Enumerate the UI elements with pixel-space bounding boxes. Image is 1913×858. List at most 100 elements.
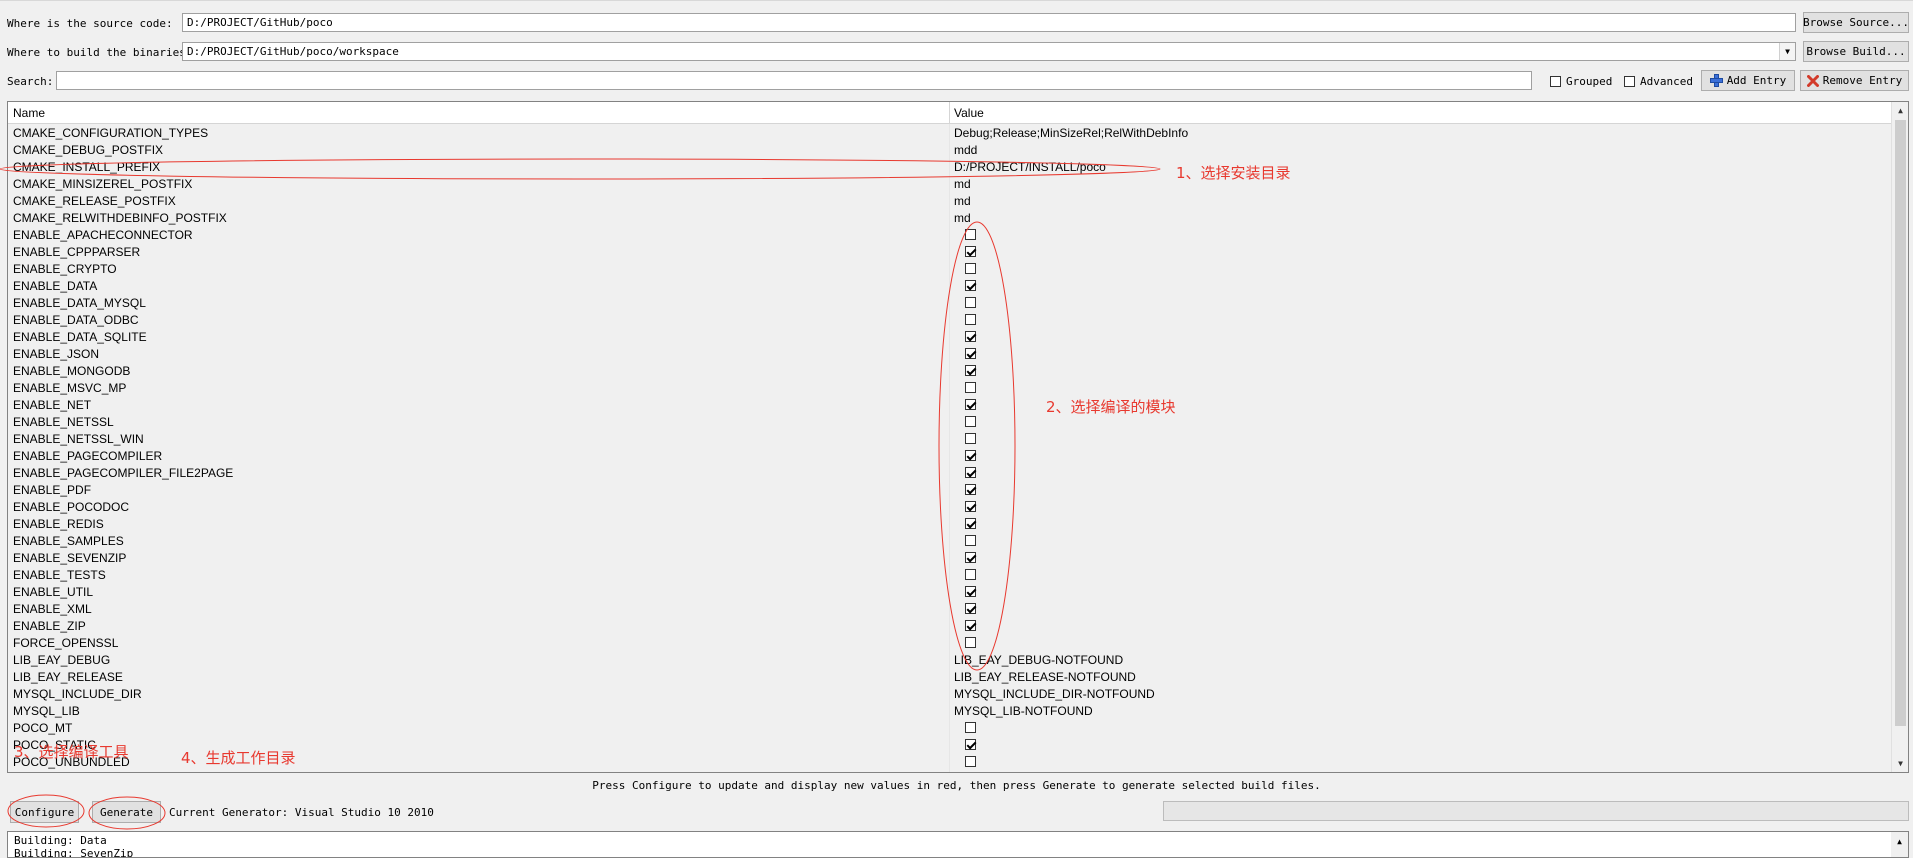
- table-row[interactable]: ENABLE_CRYPTO: [8, 261, 1891, 278]
- entry-value[interactable]: LIB_EAY_RELEASE-NOTFOUND: [954, 670, 1136, 684]
- entry-checkbox[interactable]: [965, 229, 976, 241]
- entry-checkbox[interactable]: [965, 552, 976, 564]
- entry-value[interactable]: md: [954, 194, 971, 208]
- table-row[interactable]: POCO_MT: [8, 720, 1891, 737]
- configure-button[interactable]: Configure: [10, 801, 79, 823]
- entry-checkbox[interactable]: [965, 603, 976, 615]
- browse-build-button[interactable]: Browse Build...: [1803, 41, 1909, 62]
- remove-entry-label: Remove Entry: [1822, 74, 1903, 87]
- table-row[interactable]: ENABLE_DATA_ODBC: [8, 312, 1891, 329]
- table-row[interactable]: ENABLE_PAGECOMPILER: [8, 448, 1891, 465]
- entry-value[interactable]: MYSQL_INCLUDE_DIR-NOTFOUND: [954, 687, 1155, 701]
- entry-checkbox[interactable]: [965, 416, 976, 428]
- browse-source-button[interactable]: Browse Source...: [1803, 12, 1909, 33]
- table-row[interactable]: ENABLE_SEVENZIP: [8, 550, 1891, 567]
- entry-checkbox[interactable]: [965, 263, 976, 275]
- entry-value[interactable]: Debug;Release;MinSizeRel;RelWithDebInfo: [954, 126, 1188, 140]
- advanced-option[interactable]: Advanced: [1624, 75, 1693, 88]
- table-scrollbar[interactable]: ▲ ▼: [1891, 102, 1908, 772]
- grouped-checkbox[interactable]: [1550, 76, 1561, 87]
- entry-checkbox[interactable]: [965, 348, 976, 360]
- entry-value[interactable]: D:/PROJECT/INSTALL/poco: [954, 160, 1106, 174]
- add-entry-button[interactable]: Add Entry: [1701, 70, 1795, 91]
- entry-value[interactable]: mdd: [954, 143, 977, 157]
- table-row[interactable]: FORCE_OPENSSL: [8, 635, 1891, 652]
- table-row[interactable]: ENABLE_XML: [8, 601, 1891, 618]
- table-row[interactable]: ENABLE_NET: [8, 397, 1891, 414]
- table-row[interactable]: ENABLE_UTIL: [8, 584, 1891, 601]
- entry-checkbox[interactable]: [965, 280, 976, 292]
- grouped-option[interactable]: Grouped: [1550, 75, 1612, 88]
- chevron-down-icon[interactable]: ▼: [1779, 43, 1795, 60]
- scroll-down-icon[interactable]: ▼: [1892, 755, 1908, 772]
- table-row[interactable]: ENABLE_POCODOC: [8, 499, 1891, 516]
- entry-value[interactable]: md: [954, 177, 971, 191]
- entry-value[interactable]: MYSQL_LIB-NOTFOUND: [954, 704, 1093, 718]
- table-row[interactable]: MYSQL_INCLUDE_DIR MYSQL_INCLUDE_DIR-NOTFO…: [8, 686, 1891, 703]
- entry-value-cell: [954, 755, 976, 769]
- entry-checkbox[interactable]: [965, 501, 976, 513]
- table-row[interactable]: ENABLE_DATA_MYSQL: [8, 295, 1891, 312]
- table-row[interactable]: ENABLE_PAGECOMPILER_FILE2PAGE: [8, 465, 1891, 482]
- entry-checkbox[interactable]: [965, 331, 976, 343]
- build-path-combobox[interactable]: D:/PROJECT/GitHub/poco/workspace ▼: [182, 42, 1796, 61]
- table-row[interactable]: ENABLE_REDIS: [8, 516, 1891, 533]
- entry-checkbox[interactable]: [965, 637, 976, 649]
- scroll-up-icon[interactable]: ▲: [1892, 102, 1908, 119]
- entry-checkbox[interactable]: [965, 756, 976, 768]
- entry-checkbox[interactable]: [965, 433, 976, 445]
- table-row[interactable]: ENABLE_PDF: [8, 482, 1891, 499]
- table-row[interactable]: LIB_EAY_DEBUG LIB_EAY_DEBUG-NOTFOUND: [8, 652, 1891, 669]
- entry-checkbox[interactable]: [965, 382, 976, 394]
- table-row[interactable]: ENABLE_CPPPARSER: [8, 244, 1891, 261]
- table-row[interactable]: MYSQL_LIB MYSQL_LIB-NOTFOUND: [8, 703, 1891, 720]
- entry-checkbox[interactable]: [965, 535, 976, 547]
- entry-value-cell: [954, 738, 976, 752]
- entry-checkbox[interactable]: [965, 467, 976, 479]
- value-column-header[interactable]: Value: [954, 106, 984, 120]
- scrollbar-thumb[interactable]: [1895, 120, 1906, 726]
- table-row[interactable]: ENABLE_SAMPLES: [8, 533, 1891, 550]
- table-row[interactable]: CMAKE_INSTALL_PREFIX D:/PROJECT/INSTALL/p…: [8, 159, 1891, 176]
- remove-entry-button[interactable]: Remove Entry: [1800, 70, 1909, 91]
- name-column-header[interactable]: Name: [13, 106, 45, 120]
- output-log[interactable]: Building: Data Building: SevenZip ▲: [7, 831, 1909, 858]
- table-row[interactable]: ENABLE_MONGODB: [8, 363, 1891, 380]
- table-row[interactable]: CMAKE_MINSIZEREL_POSTFIX md: [8, 176, 1891, 193]
- table-row[interactable]: ENABLE_DATA_SQLITE: [8, 329, 1891, 346]
- scroll-up-icon[interactable]: ▲: [1891, 832, 1908, 857]
- table-row[interactable]: CMAKE_RELWITHDEBINFO_POSTFIX md: [8, 210, 1891, 227]
- entry-checkbox[interactable]: [965, 722, 976, 734]
- table-row[interactable]: ENABLE_TESTS: [8, 567, 1891, 584]
- table-row[interactable]: LIB_EAY_RELEASE LIB_EAY_RELEASE-NOTFOUND: [8, 669, 1891, 686]
- entry-checkbox[interactable]: [965, 484, 976, 496]
- entry-checkbox[interactable]: [965, 518, 976, 530]
- table-row[interactable]: ENABLE_NETSSL_WIN: [8, 431, 1891, 448]
- table-row[interactable]: ENABLE_JSON: [8, 346, 1891, 363]
- entry-checkbox[interactable]: [965, 586, 976, 598]
- entry-checkbox[interactable]: [965, 739, 976, 751]
- entry-checkbox[interactable]: [965, 620, 976, 632]
- table-row[interactable]: ENABLE_NETSSL: [8, 414, 1891, 431]
- column-divider[interactable]: [949, 102, 950, 124]
- table-row[interactable]: CMAKE_DEBUG_POSTFIX mdd: [8, 142, 1891, 159]
- advanced-checkbox[interactable]: [1624, 76, 1635, 87]
- entry-value[interactable]: LIB_EAY_DEBUG-NOTFOUND: [954, 653, 1123, 667]
- table-row[interactable]: CMAKE_RELEASE_POSTFIX md: [8, 193, 1891, 210]
- search-input[interactable]: [56, 71, 1532, 90]
- table-row[interactable]: ENABLE_ZIP: [8, 618, 1891, 635]
- entry-checkbox[interactable]: [965, 246, 976, 258]
- entry-checkbox[interactable]: [965, 365, 976, 377]
- table-row[interactable]: ENABLE_APACHECONNECTOR: [8, 227, 1891, 244]
- entry-checkbox[interactable]: [965, 297, 976, 309]
- generate-button[interactable]: Generate: [92, 801, 161, 823]
- table-row[interactable]: CMAKE_CONFIGURATION_TYPES Debug;Release;M…: [8, 125, 1891, 142]
- table-row[interactable]: ENABLE_MSVC_MP: [8, 380, 1891, 397]
- entry-checkbox[interactable]: [965, 314, 976, 326]
- entry-checkbox[interactable]: [965, 450, 976, 462]
- entry-checkbox[interactable]: [965, 399, 976, 411]
- entry-checkbox[interactable]: [965, 569, 976, 581]
- table-row[interactable]: ENABLE_DATA: [8, 278, 1891, 295]
- source-path-input[interactable]: D:/PROJECT/GitHub/poco: [182, 13, 1796, 32]
- entry-value[interactable]: md: [954, 211, 971, 225]
